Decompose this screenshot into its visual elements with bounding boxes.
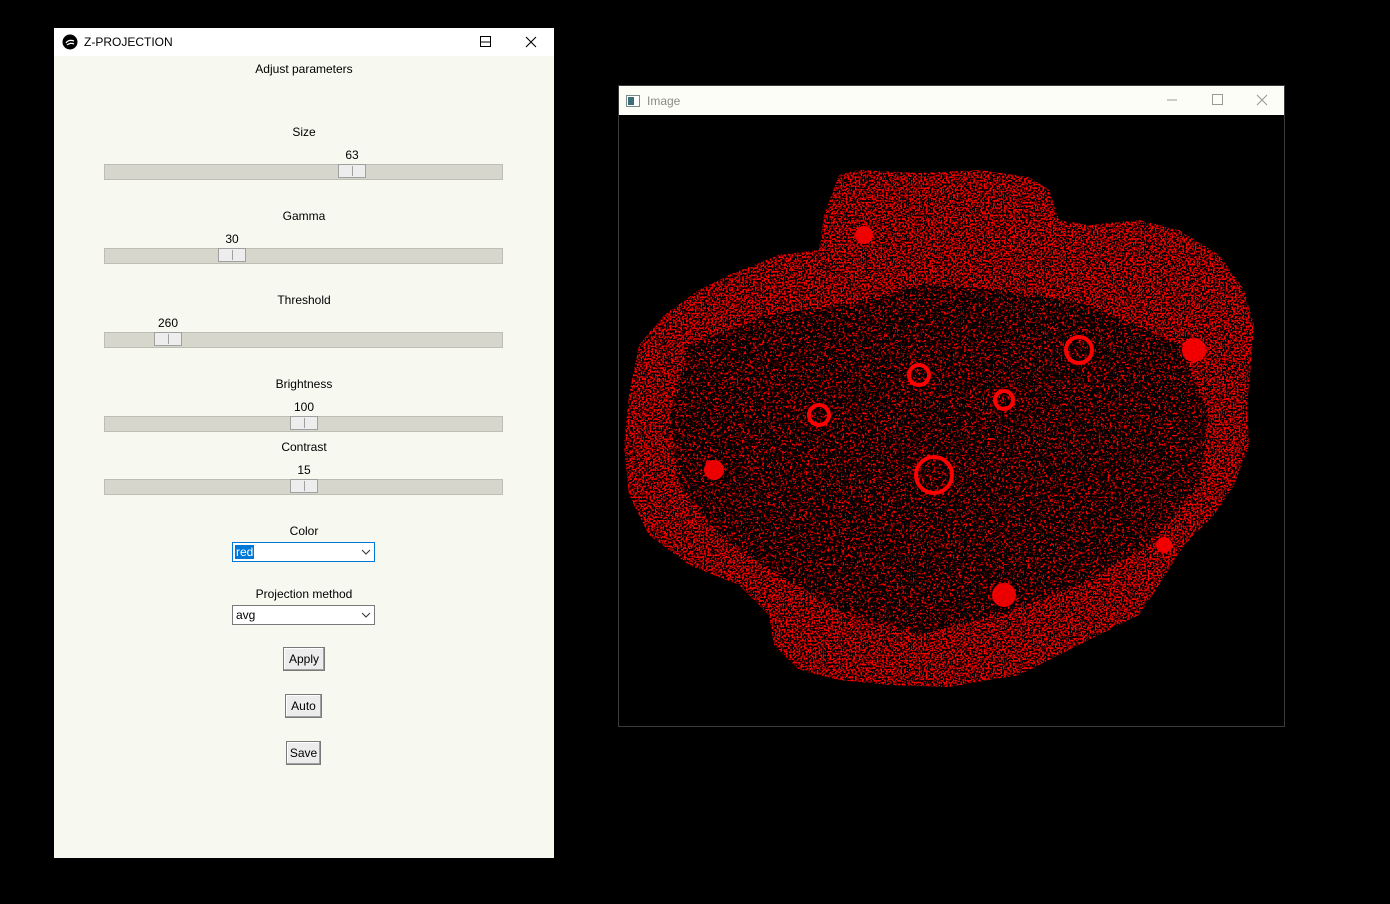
size-slider-thumb[interactable]: [338, 164, 366, 178]
image-app-icon: [626, 94, 640, 107]
threshold-value: 260: [157, 316, 179, 330]
contrast-value: 15: [297, 463, 311, 477]
brightness-label: Brightness: [275, 377, 333, 391]
size-value: 63: [345, 148, 359, 162]
save-button[interactable]: Save: [286, 741, 321, 765]
threshold-slider[interactable]: [104, 332, 503, 348]
z-projection-window: Z-PROJECTION Adjust parameters Size 63 G…: [54, 28, 554, 858]
color-select-value: red: [235, 545, 255, 559]
gamma-slider-thumb[interactable]: [218, 248, 246, 262]
image-minimize-button[interactable]: [1149, 86, 1195, 114]
brightness-slider[interactable]: [104, 416, 503, 432]
close-button[interactable]: [508, 28, 554, 56]
gamma-slider[interactable]: [104, 248, 503, 264]
projection-method-label: Projection method: [255, 587, 353, 601]
gamma-value: 30: [225, 232, 239, 246]
gamma-label: Gamma: [282, 209, 326, 223]
chevron-down-icon: [361, 612, 371, 618]
threshold-label: Threshold: [277, 293, 331, 307]
brightness-slider-thumb[interactable]: [290, 416, 318, 430]
image-close-button[interactable]: [1239, 86, 1285, 114]
projection-image: [624, 170, 1254, 687]
contrast-slider[interactable]: [104, 479, 503, 495]
projection-method-select-value: avg: [236, 608, 256, 622]
brightness-value: 100: [293, 400, 315, 414]
apply-button[interactable]: Apply: [283, 647, 325, 671]
size-label: Size: [292, 125, 316, 139]
image-window: Image: [618, 85, 1285, 727]
window-title: Z-PROJECTION: [84, 35, 173, 49]
color-label: Color: [289, 524, 319, 538]
chevron-down-icon: [361, 549, 371, 555]
maximize-button[interactable]: [462, 28, 508, 56]
auto-button[interactable]: Auto: [285, 694, 322, 718]
app-icon: [62, 34, 78, 50]
image-maximize-button[interactable]: [1194, 86, 1240, 114]
image-title-bar[interactable]: Image: [619, 86, 1284, 115]
size-slider[interactable]: [104, 164, 503, 180]
image-window-title: Image: [647, 94, 681, 108]
projection-method-select[interactable]: avg: [232, 605, 375, 625]
image-canvas[interactable]: [619, 115, 1284, 726]
heading: Adjust parameters: [255, 62, 353, 76]
color-select[interactable]: red: [232, 542, 375, 562]
contrast-slider-thumb[interactable]: [290, 479, 318, 493]
threshold-slider-thumb[interactable]: [154, 332, 182, 346]
contrast-label: Contrast: [281, 440, 327, 454]
